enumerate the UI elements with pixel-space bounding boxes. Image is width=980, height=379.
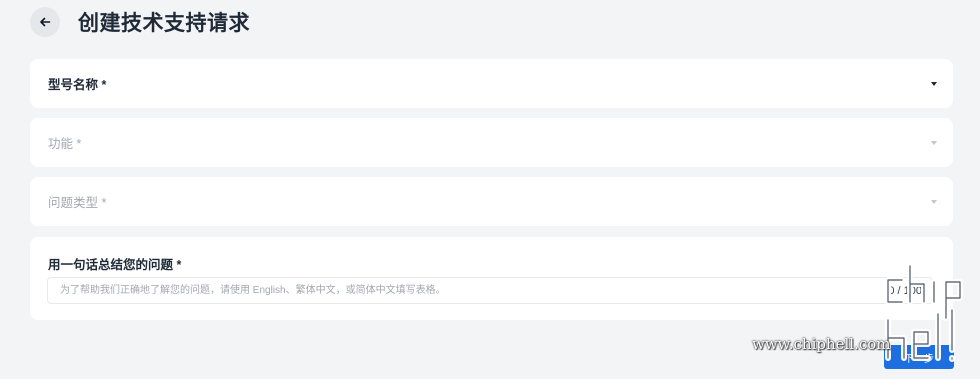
function-select[interactable]: 功能 * (30, 118, 953, 167)
issue-type-select[interactable]: 问题类型 * (30, 177, 953, 226)
summary-input-wrapper: 0 / 100 (47, 277, 933, 304)
caret-down-icon (931, 81, 937, 86)
model-name-select[interactable]: 型号名称 * (30, 59, 953, 108)
next-step-button[interactable]: 下一步 (884, 345, 954, 369)
summary-input[interactable] (48, 278, 889, 303)
model-name-label: 型号名称 * (48, 78, 107, 92)
arrow-left-icon (40, 17, 51, 27)
back-button[interactable] (30, 7, 60, 37)
site-watermark: www.chiphell.com (752, 335, 891, 353)
caret-down-icon (931, 199, 937, 204)
page-header: 创建技术支持请求 (30, 6, 250, 38)
issue-type-label: 问题类型 * (48, 196, 107, 210)
caret-down-icon (931, 140, 937, 145)
summary-label: 用一句话总结您的问题 * (48, 258, 182, 272)
page-title: 创建技术支持请求 (78, 12, 250, 35)
character-counter: 0 / 100 (888, 284, 922, 297)
summary-card: 用一句话总结您的问题 * 0 / 100 (30, 237, 953, 320)
function-label: 功能 * (48, 137, 82, 151)
